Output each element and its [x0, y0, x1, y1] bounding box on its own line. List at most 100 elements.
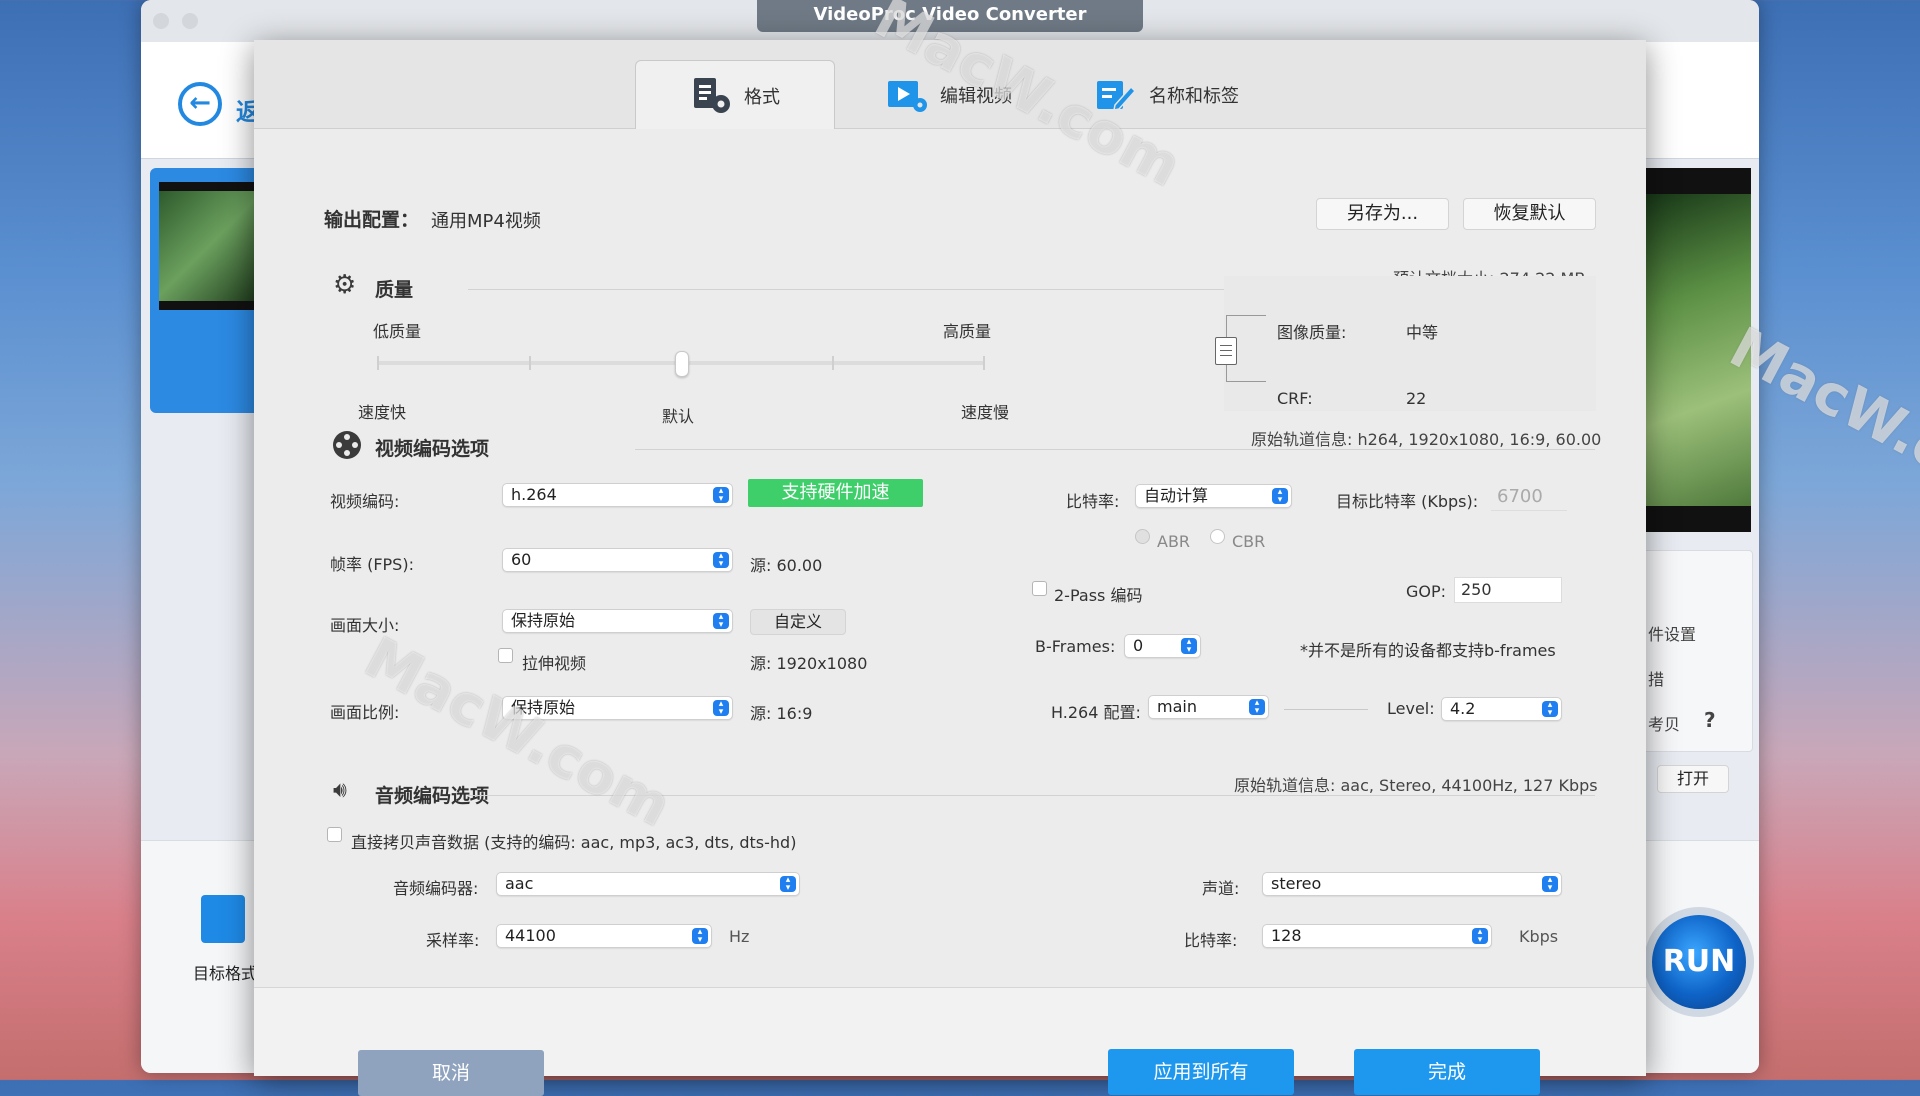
fps-source: 源: 60.00 [750, 556, 823, 575]
aspect-ratio-label: 画面比例: [330, 703, 400, 722]
done-button[interactable]: 完成 [1354, 1049, 1540, 1095]
slider-tick [831, 356, 834, 370]
frame-size-label: 画面大小: [330, 616, 400, 635]
low-quality-label: 低质量 [373, 322, 422, 341]
custom-size-button[interactable]: 自定义 [750, 609, 846, 635]
gear-icon: ⚙ [333, 270, 357, 300]
select-chevron-icon: ▴ ▾ [713, 613, 729, 630]
video-source-info: 原始轨道信息: h264, 1920x1080, 16:9, 60.00 [1251, 430, 1602, 449]
high-quality-label: 高质量 [943, 322, 992, 341]
target-format-icon[interactable] [201, 895, 245, 943]
tab-bar: 格式 编辑视频 名称和标签 [254, 40, 1646, 131]
audio-bitrate-select[interactable]: 128 ▴ ▾ [1262, 924, 1492, 948]
save-as-button[interactable]: 另存为... [1316, 198, 1449, 230]
channel-select[interactable]: stereo ▴ ▾ [1262, 872, 1562, 896]
side-item-copy[interactable]: 考贝 [1648, 711, 1680, 735]
tab-edit-video-label: 编辑视频 [940, 86, 1012, 107]
audio-bitrate-value: 128 [1271, 926, 1302, 945]
tab-format[interactable]: 格式 [635, 60, 835, 131]
slider-tick [983, 356, 985, 370]
aspect-ratio-value: 保持原始 [511, 698, 576, 717]
help-icon[interactable]: ? [1704, 708, 1716, 732]
options-side-panel: 件设置 措 考贝 ? [1641, 550, 1753, 752]
title-bar: VideoProc Video Converter [141, 0, 1759, 42]
select-chevron-icon: ▴ ▾ [713, 552, 729, 569]
speed-slow-label: 速度慢 [961, 403, 1010, 422]
channel-value: stereo [1271, 874, 1322, 893]
bitrate-mode-select[interactable]: 自动计算 ▴ ▾ [1135, 484, 1292, 508]
bracket-top [1226, 315, 1266, 316]
restore-default-button[interactable]: 恢复默认 [1463, 198, 1596, 230]
audio-bitrate-label: 比特率: [1184, 931, 1238, 950]
sample-rate-select[interactable]: 44100 ▴ ▾ [496, 924, 712, 948]
channel-label: 声道: [1202, 879, 1240, 898]
document-icon [1215, 337, 1237, 365]
bitrate-mode-label: 比特率: [1066, 492, 1120, 511]
profile-level-divider [1284, 709, 1368, 710]
hardware-accel-badge[interactable]: 支持硬件加速 [748, 479, 923, 507]
tab-edit-video[interactable]: 编辑视频 [886, 60, 1036, 130]
cbr-label: CBR [1232, 532, 1266, 551]
bframes-label: B-Frames: [1035, 637, 1116, 656]
format-settings-dialog: 格式 编辑视频 名称和标签 输出配置： 通用MP4视频 另存为... 恢复默认 … [254, 40, 1646, 1096]
image-quality-label: 图像质量: [1277, 323, 1347, 342]
cbr-radio[interactable] [1210, 529, 1225, 544]
video-codec-select[interactable]: h.264 ▴ ▾ [502, 483, 733, 507]
bframes-select[interactable]: 0 ▴ ▾ [1124, 634, 1201, 658]
target-format-label[interactable]: 目标格式 [193, 960, 257, 984]
fps-select[interactable]: 60 ▴ ▾ [502, 548, 733, 572]
bframes-note: *并不是所有的设备都支持b-frames [1300, 641, 1556, 660]
tab-name-tags[interactable]: 名称和标签 [1095, 60, 1265, 130]
back-arrow-icon[interactable]: ← [178, 82, 222, 126]
slider-tick [377, 356, 379, 370]
window-close-button[interactable] [153, 13, 169, 29]
preview-thumbnail [1645, 168, 1751, 532]
audio-source-info: 原始轨道信息: aac, Stereo, 44100Hz, 127 Kbps [1234, 776, 1598, 795]
select-chevron-icon: ▴ ▾ [1181, 638, 1197, 655]
stretch-video-label: 拉伸视频 [522, 654, 587, 673]
level-value: 4.2 [1450, 699, 1476, 718]
fps-label: 帧率 (FPS): [330, 555, 414, 574]
video-codec-value: h.264 [511, 485, 557, 504]
side-item-2[interactable]: 措 [1648, 666, 1664, 690]
run-button[interactable]: RUN [1644, 907, 1754, 1017]
output-config-value: 通用MP4视频 [431, 211, 541, 232]
speed-fast-label: 速度快 [358, 403, 407, 422]
window-minimize-button[interactable] [182, 13, 198, 29]
select-chevron-icon: ▴ ▾ [780, 876, 796, 893]
copy-audio-checkbox[interactable] [327, 827, 342, 842]
audio-encoder-select[interactable]: aac ▴ ▾ [496, 872, 800, 896]
quality-slider-thumb[interactable] [675, 351, 689, 377]
frame-size-select[interactable]: 保持原始 ▴ ▾ [502, 609, 733, 633]
sample-rate-unit: Hz [729, 927, 750, 946]
select-chevron-icon: ▴ ▾ [713, 487, 729, 504]
sample-rate-label: 采样率: [426, 931, 480, 950]
h264-profile-select[interactable]: main ▴ ▾ [1148, 695, 1269, 719]
select-chevron-icon: ▴ ▾ [692, 928, 708, 945]
apply-to-all-button[interactable]: 应用到所有 [1108, 1049, 1294, 1095]
gop-input[interactable]: 250 [1454, 577, 1562, 603]
film-reel-icon [333, 431, 361, 459]
tab-format-label: 格式 [744, 87, 780, 108]
frame-size-value: 保持原始 [511, 611, 576, 630]
side-item-settings[interactable]: 件设置 [1648, 621, 1696, 645]
two-pass-checkbox[interactable] [1032, 581, 1047, 596]
gop-label: GOP: [1406, 582, 1447, 601]
select-chevron-icon: ▴ ▾ [1249, 699, 1265, 716]
open-button[interactable]: 打开 [1657, 765, 1729, 793]
select-chevron-icon: ▴ ▾ [713, 700, 729, 717]
target-bitrate-label: 目标比特率 (Kbps): [1336, 492, 1479, 511]
copy-audio-label: 直接拷贝声音数据 (支持的编码: aac, mp3, ac3, dts, dts… [351, 833, 797, 852]
aspect-ratio-select[interactable]: 保持原始 ▴ ▾ [502, 696, 733, 720]
abr-radio[interactable] [1135, 529, 1150, 544]
name-tag-icon [1095, 75, 1137, 115]
sample-rate-value: 44100 [505, 926, 556, 945]
level-select[interactable]: 4.2 ▴ ▾ [1441, 697, 1562, 721]
target-bitrate-input[interactable]: 6700 [1491, 484, 1567, 511]
dialog-body: 输出配置： 通用MP4视频 另存为... 恢复默认 ⚙ 质量 预计文档大小: 2… [254, 129, 1646, 987]
cancel-button[interactable]: 取消 [358, 1050, 544, 1096]
audio-encoder-value: aac [505, 874, 534, 893]
stretch-video-checkbox[interactable] [498, 648, 513, 663]
crf-value: 22 [1406, 389, 1427, 408]
format-settings-icon [690, 76, 732, 116]
